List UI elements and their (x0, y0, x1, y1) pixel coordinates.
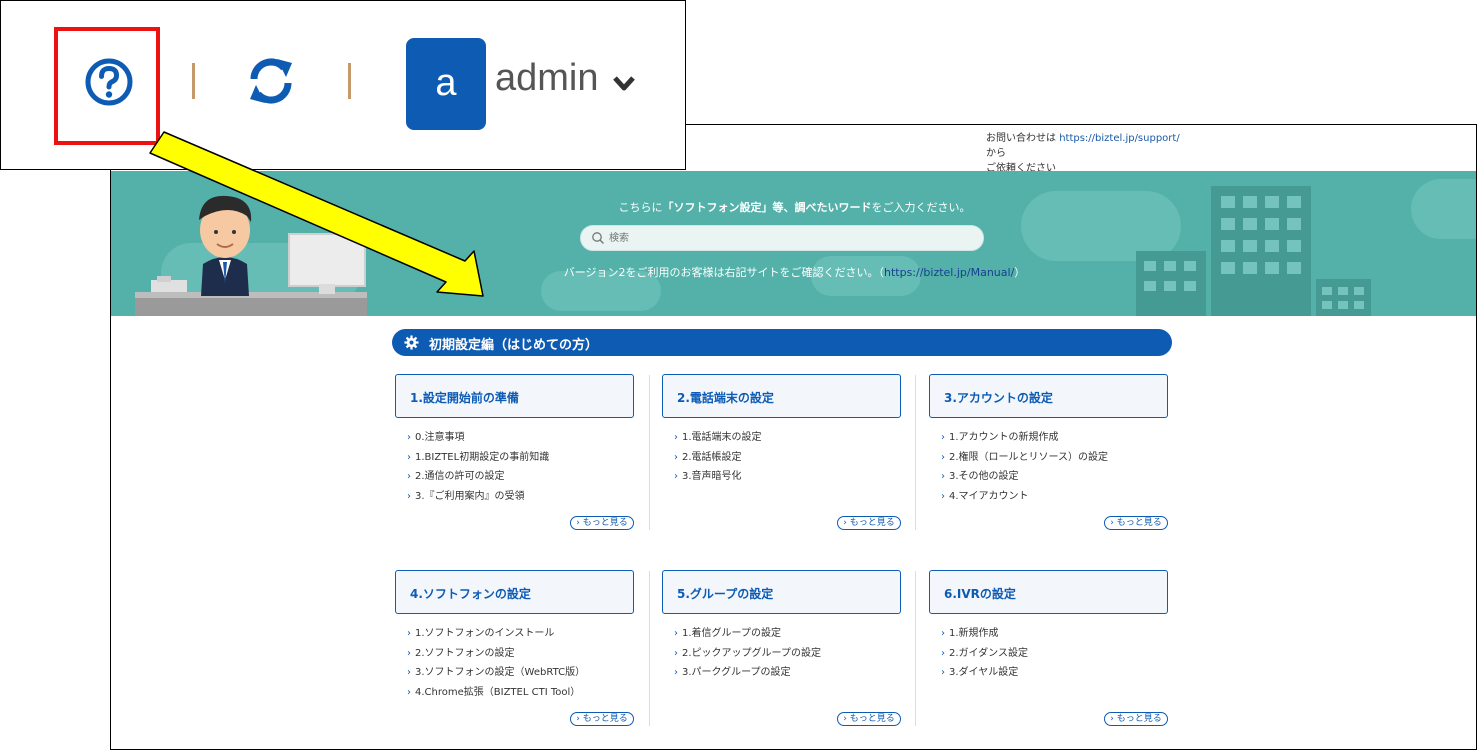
callout-arrow (149, 131, 484, 297)
